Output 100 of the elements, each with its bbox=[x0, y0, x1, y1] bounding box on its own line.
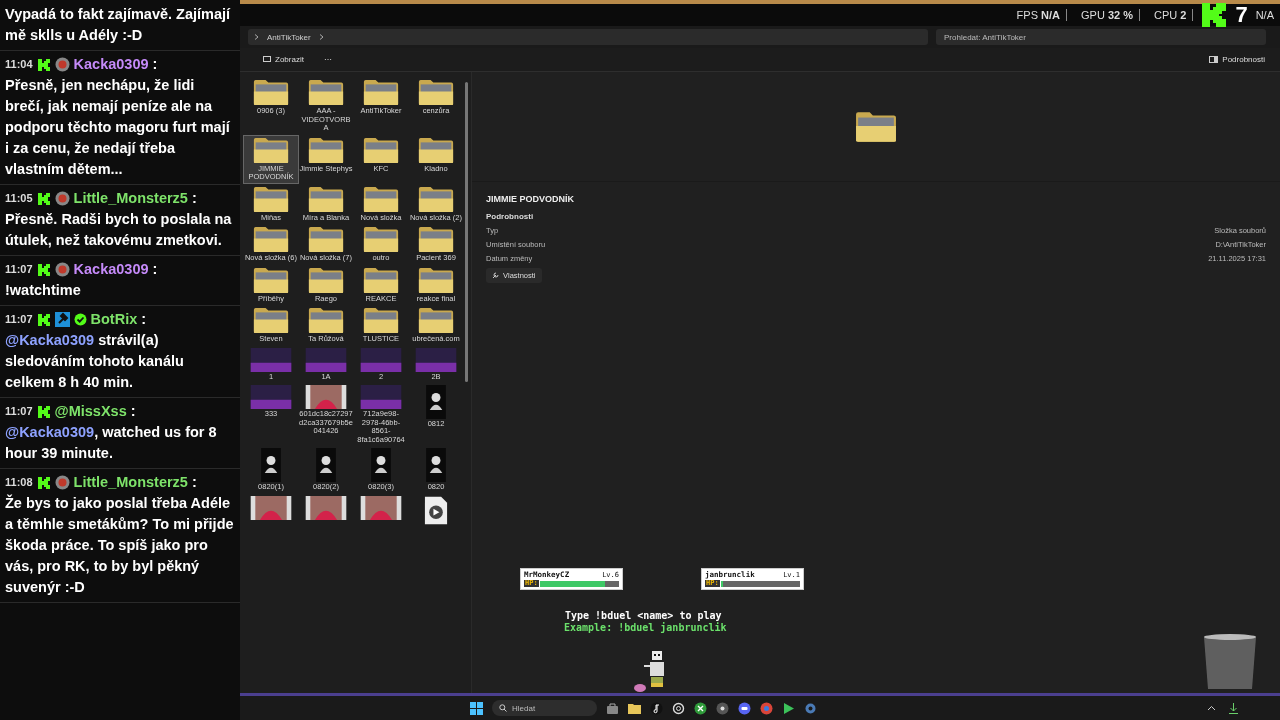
details-title: JIMMIE PODVODNÍK bbox=[486, 194, 575, 204]
folder-icon bbox=[363, 185, 399, 213]
game-instruction: Type !bduel <name> to play bbox=[565, 610, 722, 621]
chat-username[interactable]: BotRix bbox=[90, 309, 138, 330]
folder-icon bbox=[253, 307, 289, 334]
video-thumbnail bbox=[304, 385, 348, 409]
breadcrumb-item[interactable]: AntiTikToker bbox=[267, 32, 311, 42]
kick-badge-icon bbox=[36, 312, 51, 327]
address-bar[interactable]: AntiTikToker bbox=[248, 29, 928, 45]
latency-stat: N/A bbox=[1255, 9, 1274, 21]
performance-stat: GPU 32 % bbox=[1075, 9, 1140, 21]
performance-stat: FPS N/A bbox=[1010, 9, 1067, 21]
video-thumbnail bbox=[359, 495, 403, 520]
image-thumbnail bbox=[359, 385, 403, 409]
video-thumbnail bbox=[304, 495, 348, 520]
search-icon bbox=[499, 704, 507, 712]
mention-link[interactable]: @Kacka0309 bbox=[5, 332, 95, 348]
message-text: Že bys to jako poslal třeba Adéle a těmhle smetákům? To mi přijde škoda práce. To spíš jako pro vás, pro RK, to by byl pěkný suvenýr :-D bbox=[5, 493, 235, 597]
separator-colon: : bbox=[152, 55, 158, 74]
x-circle-icon[interactable] bbox=[694, 701, 707, 715]
message-time: 11:07 bbox=[5, 404, 33, 419]
view-button[interactable]: Zobrazit bbox=[260, 53, 307, 66]
more-button[interactable]: ⋯ bbox=[320, 53, 335, 66]
kick-badge-icon bbox=[36, 57, 51, 72]
message-text: @Kacka0309, watched us for 8 hour 39 minute. bbox=[5, 423, 218, 463]
windows-logo-icon[interactable] bbox=[470, 701, 483, 715]
hammer-badge-icon bbox=[54, 312, 70, 327]
folder-icon bbox=[308, 136, 344, 164]
folder-icon[interactable] bbox=[628, 701, 641, 715]
video-thumbnail bbox=[249, 495, 293, 520]
shopping-bag-icon[interactable] bbox=[606, 701, 619, 715]
kick-badge-icon bbox=[36, 262, 51, 277]
message-text: Přesně, jen nechápu, že lidi brečí, jak nemají peníze ale na podporu těchto magoru furt mají i za cenu, že nedají třeba vlastním dětem... bbox=[5, 76, 231, 179]
viewer-count: 7 bbox=[1235, 2, 1248, 28]
folder-icon bbox=[308, 79, 344, 106]
portrait-thumbnail bbox=[261, 448, 281, 482]
folder-icon bbox=[308, 185, 344, 213]
separator-colon: : bbox=[130, 402, 136, 421]
scrollbar-thumb[interactable] bbox=[465, 82, 468, 382]
portrait-thumbnail bbox=[316, 448, 336, 482]
folder-icon bbox=[308, 266, 344, 294]
separator-colon: : bbox=[191, 473, 197, 492]
music-note-icon[interactable] bbox=[650, 701, 663, 715]
folder-icon bbox=[253, 185, 289, 213]
folder-icon bbox=[418, 136, 454, 164]
wrench-icon bbox=[492, 272, 499, 279]
play-triangle-icon[interactable] bbox=[782, 701, 795, 715]
chat-username[interactable]: @MissXss bbox=[54, 401, 127, 422]
taskbar-search-field[interactable]: Hledat bbox=[492, 700, 597, 716]
image-thumbnail bbox=[249, 385, 293, 409]
chat-username[interactable]: Kacka0309 bbox=[73, 259, 149, 280]
performance-stat: CPU 2 bbox=[1148, 9, 1194, 21]
folder-icon bbox=[253, 79, 289, 106]
portrait-thumbnail bbox=[426, 448, 446, 482]
folder-icon bbox=[363, 136, 399, 164]
chat-username[interactable]: Little_Monsterz5 bbox=[73, 188, 188, 209]
disc-icon[interactable] bbox=[716, 701, 729, 715]
folder-icon bbox=[363, 79, 399, 106]
message-time: 11:07 bbox=[5, 312, 33, 327]
chat-username[interactable]: Little_Monsterz5 bbox=[73, 472, 188, 493]
round-badge-icon bbox=[54, 57, 70, 72]
image-thumbnail bbox=[359, 347, 403, 372]
search-field[interactable]: Prohledat: AntiTikToker bbox=[936, 29, 1266, 45]
separator-colon: : bbox=[141, 310, 147, 329]
kick-badge-icon bbox=[36, 475, 51, 490]
folder-icon bbox=[363, 307, 399, 334]
message-text: @Kacka0309 strávil(a) sledováním tohoto kanálu celkem 8 h 40 min. bbox=[5, 331, 185, 392]
message-text: Vypadá to fakt zajímavě. Zajímají mě sklls u Adély :-D bbox=[5, 5, 232, 45]
media-file-icon bbox=[424, 495, 448, 525]
kick-badge-icon bbox=[36, 191, 51, 206]
panel-icon bbox=[1209, 56, 1219, 63]
round-badge-icon bbox=[54, 475, 70, 490]
folder-icon bbox=[418, 266, 454, 294]
folder-icon bbox=[855, 110, 897, 143]
mention-link[interactable]: @Kacka0309 bbox=[5, 424, 95, 440]
folder-icon bbox=[253, 136, 289, 164]
message-time: 11:04 bbox=[5, 57, 33, 72]
details-button[interactable]: Podrobnosti bbox=[1206, 53, 1268, 66]
round-badge-icon bbox=[54, 262, 70, 277]
chevron-right-icon bbox=[318, 34, 324, 40]
message-text: !watchtime bbox=[5, 281, 82, 300]
folder-icon bbox=[308, 226, 344, 253]
chevron-right-icon bbox=[254, 34, 259, 40]
download-icon[interactable] bbox=[1227, 701, 1240, 715]
folder-icon bbox=[418, 226, 454, 253]
chat-username[interactable]: Kacka0309 bbox=[73, 54, 149, 75]
message-text: Přesně. Radši bych to poslala na útulek, než takovému zmetkovi. bbox=[5, 210, 233, 250]
folder-icon bbox=[418, 307, 454, 334]
separator-colon: : bbox=[191, 189, 197, 208]
image-thumbnail bbox=[249, 347, 293, 372]
game-example: Example: !bduel janbrunclik bbox=[564, 622, 728, 633]
separator-colon: : bbox=[152, 260, 158, 279]
folder-icon bbox=[253, 226, 289, 253]
folder-icon bbox=[363, 266, 399, 294]
kick-badge-icon bbox=[36, 404, 51, 419]
message-time: 11:05 bbox=[5, 191, 33, 206]
message-time: 11:07 bbox=[5, 262, 33, 277]
k-logo-icon bbox=[1201, 2, 1228, 28]
folder-icon bbox=[418, 185, 454, 213]
image-thumbnail bbox=[414, 347, 458, 372]
